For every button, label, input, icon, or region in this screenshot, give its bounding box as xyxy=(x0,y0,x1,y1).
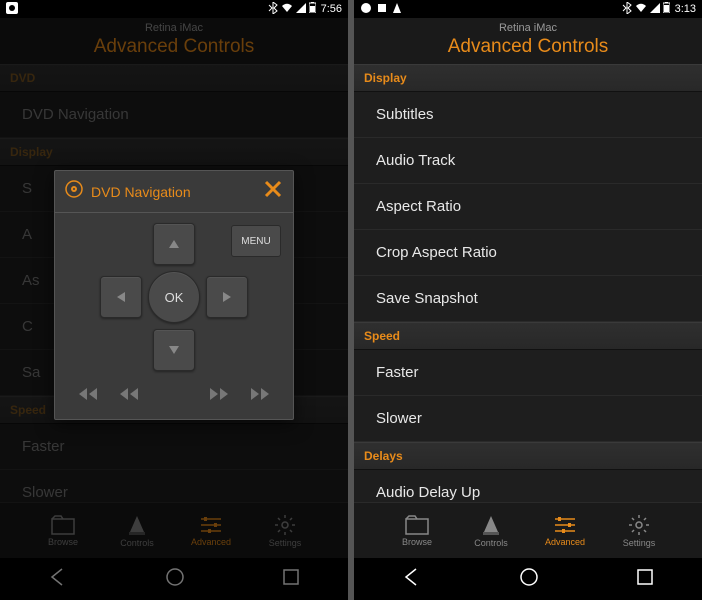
android-nav-bar xyxy=(0,558,348,600)
tab-label: Advanced xyxy=(191,537,231,547)
device-label: Retina iMac xyxy=(0,18,348,34)
bottom-toolbar: Browse Controls Advanced Settings xyxy=(354,502,702,558)
section-dvd: DVD xyxy=(0,64,348,92)
device-label: Retina iMac xyxy=(354,18,702,34)
list-item-crop-aspect[interactable]: Crop Aspect Ratio xyxy=(354,230,702,276)
status-bar: 3:13 xyxy=(354,0,702,18)
list-item-slower[interactable]: Slower xyxy=(0,470,348,502)
tab-settings[interactable]: Settings xyxy=(615,514,663,548)
section-speed: Speed xyxy=(354,322,702,350)
tab-label: Browse xyxy=(48,537,78,547)
bluetooth-icon xyxy=(268,2,278,17)
tab-label: Settings xyxy=(623,538,656,548)
notification-icon xyxy=(6,2,18,17)
list-item-subtitles[interactable]: Subtitles xyxy=(354,92,702,138)
bluetooth-icon xyxy=(622,2,632,17)
tab-settings[interactable]: Settings xyxy=(261,514,309,548)
wifi-icon xyxy=(281,3,293,16)
list-scroll[interactable]: Display Subtitles Audio Track Aspect Rat… xyxy=(354,64,702,502)
signal-icon xyxy=(650,3,660,16)
signal-icon xyxy=(296,3,306,16)
screen-a: 7:56 Retina iMac Advanced Controls DVD D… xyxy=(0,0,348,600)
section-delays: Delays xyxy=(354,442,702,470)
section-display: Display xyxy=(354,64,702,92)
dpad-ok[interactable]: OK xyxy=(148,271,200,323)
page-title: Advanced Controls xyxy=(0,34,348,64)
tab-advanced[interactable]: Advanced xyxy=(187,515,235,547)
dpad-up[interactable] xyxy=(153,223,195,265)
dpad: MENU OK xyxy=(55,213,293,373)
list-item-faster[interactable]: Faster xyxy=(354,350,702,396)
skip-forward-icon[interactable] xyxy=(241,379,281,409)
tab-label: Advanced xyxy=(545,537,585,547)
tab-controls[interactable]: Controls xyxy=(467,514,515,548)
battery-icon xyxy=(663,2,670,16)
list-item-audio-delay-up[interactable]: Audio Delay Up xyxy=(354,470,702,502)
list-item-dvd-navigation[interactable]: DVD Navigation xyxy=(0,92,348,138)
dpad-down[interactable] xyxy=(153,329,195,371)
status-bar: 7:56 xyxy=(0,0,348,18)
tab-advanced[interactable]: Advanced xyxy=(541,515,589,547)
notification-icon xyxy=(360,2,372,17)
battery-icon xyxy=(309,2,316,16)
list-item-aspect-ratio[interactable]: Aspect Ratio xyxy=(354,184,702,230)
nav-home-icon[interactable] xyxy=(519,567,539,592)
status-time: 7:56 xyxy=(321,3,342,15)
page-title: Advanced Controls xyxy=(354,34,702,64)
ok-label: OK xyxy=(165,290,184,305)
forward-icon[interactable] xyxy=(199,379,239,409)
nav-recent-icon[interactable] xyxy=(636,568,654,591)
dvd-navigation-dialog: DVD Navigation MENU OK xyxy=(54,170,294,420)
list-item-audio-track[interactable]: Audio Track xyxy=(354,138,702,184)
tab-controls[interactable]: Controls xyxy=(113,514,161,548)
notification-icon xyxy=(376,2,388,17)
tab-browse[interactable]: Browse xyxy=(39,515,87,547)
skip-back-icon[interactable] xyxy=(67,379,107,409)
rewind-icon[interactable] xyxy=(109,379,149,409)
dpad-right[interactable] xyxy=(206,276,248,318)
close-icon[interactable] xyxy=(263,179,283,204)
menu-button[interactable]: MENU xyxy=(231,225,281,257)
nav-home-icon[interactable] xyxy=(165,567,185,592)
tab-browse[interactable]: Browse xyxy=(393,515,441,547)
nav-recent-icon[interactable] xyxy=(282,568,300,591)
list-item-slower[interactable]: Slower xyxy=(354,396,702,442)
bottom-toolbar: Browse Controls Advanced Settings xyxy=(0,502,348,558)
transport-controls xyxy=(55,373,293,409)
section-display: Display xyxy=(0,138,348,166)
screen-b: 3:13 Retina iMac Advanced Controls Displ… xyxy=(354,0,702,600)
status-time: 3:13 xyxy=(675,3,696,15)
disc-icon xyxy=(65,180,83,203)
tab-label: Controls xyxy=(474,538,508,548)
list-item-faster[interactable]: Faster xyxy=(0,424,348,470)
notification-icon xyxy=(392,2,402,17)
dpad-left[interactable] xyxy=(100,276,142,318)
nav-back-icon[interactable] xyxy=(402,567,422,592)
tab-label: Settings xyxy=(269,538,302,548)
android-nav-bar xyxy=(354,558,702,600)
wifi-icon xyxy=(635,3,647,16)
dialog-title: DVD Navigation xyxy=(91,184,191,200)
menu-label: MENU xyxy=(241,236,270,247)
tab-label: Browse xyxy=(402,537,432,547)
tab-label: Controls xyxy=(120,538,154,548)
list-item-save-snapshot[interactable]: Save Snapshot xyxy=(354,276,702,322)
nav-back-icon[interactable] xyxy=(48,567,68,592)
